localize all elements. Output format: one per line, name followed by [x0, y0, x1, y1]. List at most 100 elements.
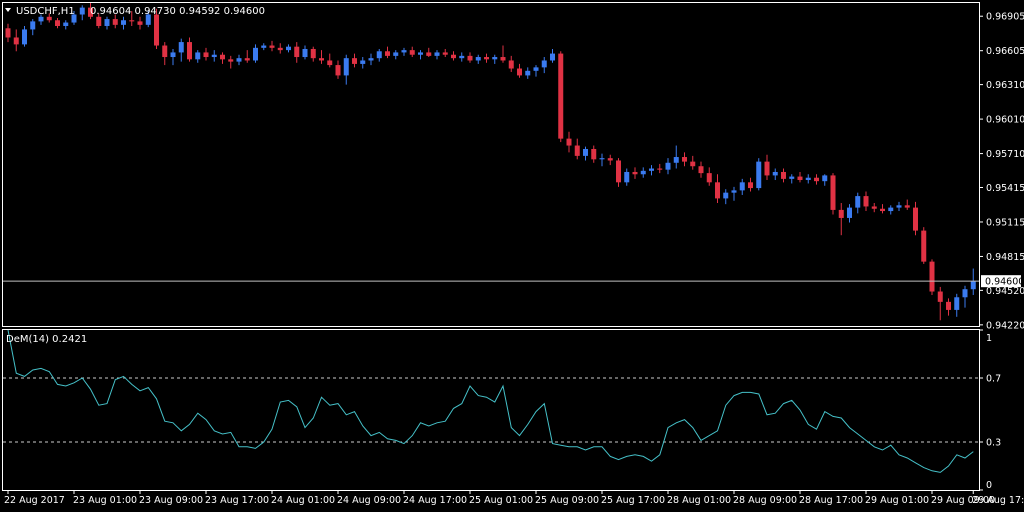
candle-body	[30, 21, 36, 30]
candle-body	[467, 55, 473, 61]
time-tick-label: 24 Aug 09:00	[337, 495, 401, 506]
candle-body	[484, 57, 489, 60]
candle-body	[385, 51, 390, 56]
candle-body	[154, 14, 159, 46]
candle-body	[599, 158, 605, 160]
candle-body	[319, 58, 324, 61]
candle-body	[203, 52, 209, 58]
ohlc-readout: 0.94604 0.94730 0.94592 0.94600	[90, 6, 265, 17]
candle-body	[178, 42, 184, 53]
price-tick-label: 0.95415	[986, 183, 1024, 194]
candle-body	[63, 22, 69, 26]
candle-body	[946, 301, 951, 310]
candle-body	[748, 182, 753, 189]
candle-body	[624, 171, 630, 183]
candle-body	[888, 207, 894, 212]
candle-body	[657, 168, 663, 170]
candle-body	[79, 7, 85, 15]
candle-body	[137, 21, 143, 25]
candle-body	[393, 52, 399, 56]
candle-body	[335, 65, 341, 76]
candle-body	[5, 28, 11, 38]
candle-body	[228, 59, 234, 62]
candle-body	[954, 297, 960, 310]
price-tick-label: 0.96310	[986, 80, 1024, 91]
candle-body	[459, 55, 465, 59]
current-price-label: 0.94600	[985, 277, 1024, 288]
candle-body	[673, 157, 679, 163]
candle-body	[863, 196, 869, 207]
candle-body	[236, 58, 242, 62]
candle-body	[772, 171, 778, 176]
time-tick-label: 23 Aug 01:00	[73, 495, 137, 506]
candle-body	[607, 158, 613, 161]
candle-body	[665, 162, 671, 170]
candle-body	[327, 60, 333, 66]
candle-body	[698, 166, 704, 174]
time-tick-label: 23 Aug 09:00	[139, 495, 203, 506]
candle-body	[121, 20, 126, 25]
time-tick-label: 25 Aug 01:00	[469, 495, 533, 506]
candle-body	[38, 16, 44, 22]
candle-body	[409, 50, 415, 55]
price-tick-label: 0.94815	[986, 252, 1024, 263]
chart-window[interactable]: 0.96905 0.96605 0.96310 0.96010 0.95710 0.954…	[0, 0, 1024, 512]
candle-body	[302, 48, 308, 58]
indicator-tick-label: 0	[986, 480, 992, 491]
candle-body	[970, 281, 976, 290]
candle-body	[880, 208, 885, 212]
candle-body	[46, 16, 52, 21]
time-tick-label: 25 Aug 17:00	[601, 495, 665, 506]
candle-body	[830, 175, 836, 210]
candle-body	[541, 60, 547, 68]
candle-body	[401, 50, 407, 53]
candle-body	[632, 171, 638, 175]
candle-body	[566, 138, 572, 146]
candle-body	[277, 47, 283, 51]
candle-body	[294, 46, 300, 58]
candle-body	[22, 29, 27, 45]
time-tick-label: 25 Aug 09:00	[535, 495, 599, 506]
candle-body	[211, 54, 217, 58]
candle-body	[343, 58, 349, 76]
candle-body	[195, 52, 201, 60]
candle-body	[418, 52, 423, 55]
candle-body	[838, 209, 844, 218]
candle-body	[937, 291, 943, 302]
candle-body	[220, 54, 225, 60]
price-tick-label: 0.96605	[986, 46, 1024, 57]
candle-body	[261, 45, 267, 48]
candle-body	[525, 70, 531, 76]
candle-body	[797, 176, 803, 181]
candle-body	[170, 52, 176, 58]
candle-body	[104, 19, 110, 26]
candle-body	[550, 53, 555, 61]
price-tick-label: 0.95710	[986, 149, 1024, 160]
background	[0, 0, 1024, 512]
candle-body	[286, 46, 291, 51]
candle-body	[756, 161, 762, 189]
price-tick-label: 0.96010	[986, 115, 1024, 126]
candle-body	[690, 161, 696, 167]
candle-body	[921, 230, 927, 262]
candle-body	[426, 52, 432, 56]
candle-body	[434, 52, 440, 56]
candle-body	[896, 205, 902, 208]
candle-body	[723, 192, 729, 199]
candle-body	[533, 67, 539, 71]
symbol-header[interactable]: USDCHF,H1 0.94604 0.94730 0.94592 0.9460…	[5, 6, 265, 17]
time-tick-label: 22 Aug 2017	[4, 495, 65, 506]
candle-body	[376, 51, 382, 59]
candle-body	[913, 207, 918, 231]
candle-body	[475, 57, 481, 61]
candle-body	[451, 54, 456, 59]
candle-body	[682, 157, 687, 162]
candle-body	[781, 171, 786, 179]
time-tick-label: 28 Aug 01:00	[667, 495, 731, 506]
symbol-label: USDCHF,H1	[16, 6, 75, 17]
indicator-label: DeM(14) 0.2421	[6, 334, 87, 345]
candle-body	[904, 205, 910, 208]
time-tick-label: 24 Aug 17:00	[403, 495, 467, 506]
current-price-tag: 0.94600	[981, 275, 1024, 288]
candle-body	[855, 196, 861, 208]
